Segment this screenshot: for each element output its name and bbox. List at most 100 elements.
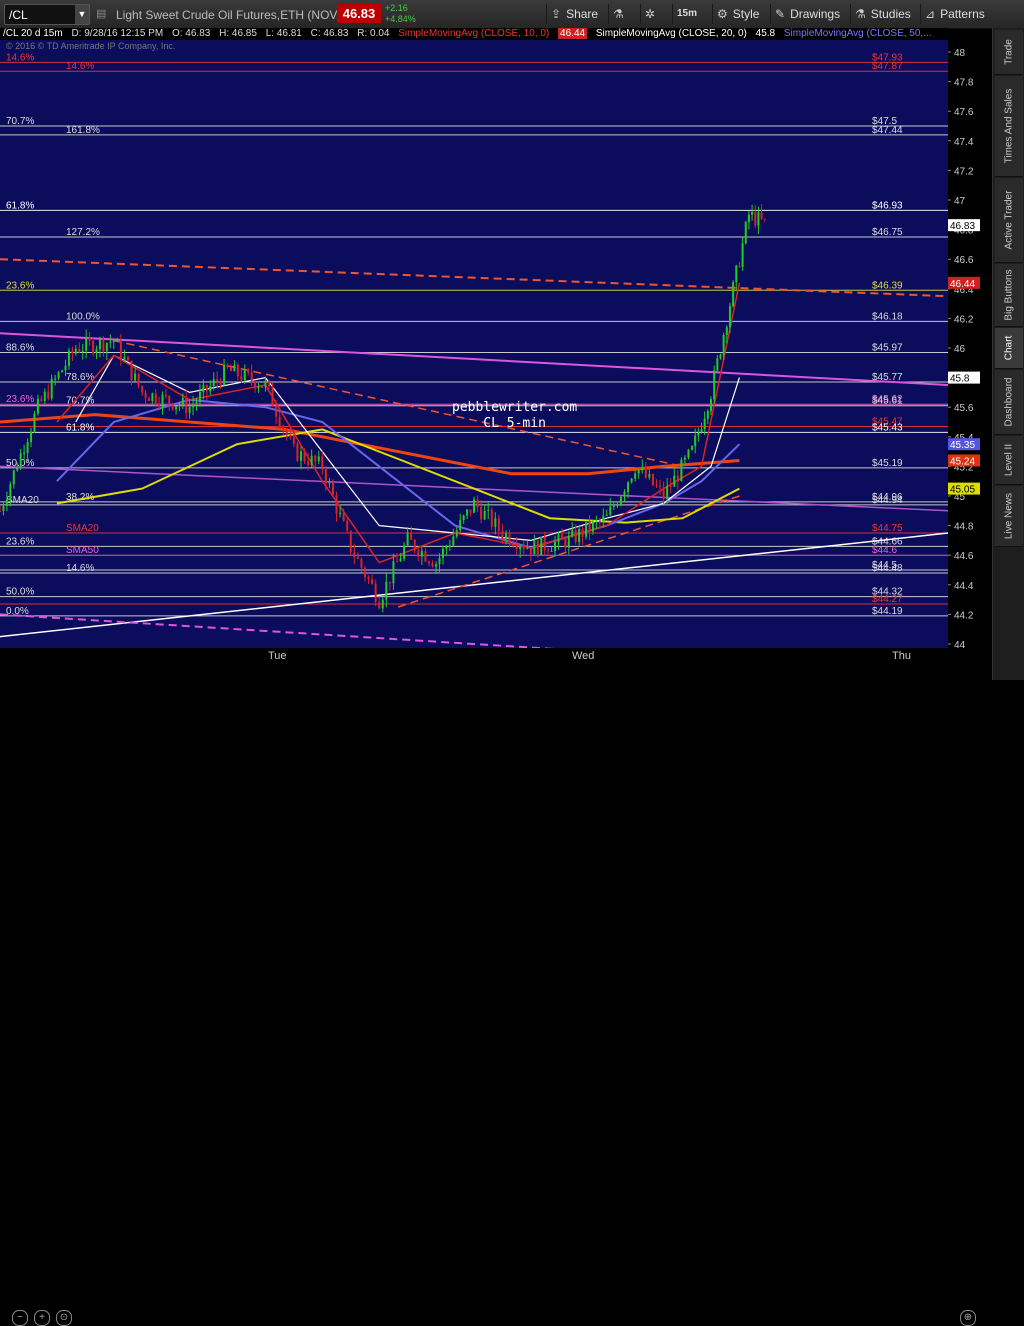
- sma10-value: 46.44: [558, 28, 588, 39]
- zoom-in-icon[interactable]: +: [34, 1310, 50, 1326]
- candle-body: [591, 521, 594, 532]
- candle-body: [747, 214, 750, 223]
- symbol-selector[interactable]: /CL ▼: [4, 4, 90, 25]
- sidebar-tab-times-and-sales[interactable]: Times And Sales: [995, 76, 1023, 177]
- candle-body: [275, 406, 278, 417]
- level-left-label: 23.6%: [6, 280, 34, 291]
- candle-body: [282, 426, 285, 430]
- y-tick-label: 44.8: [954, 522, 974, 533]
- candle-body: [431, 563, 434, 567]
- candle-body: [480, 507, 483, 520]
- zoom-reset-icon[interactable]: ⊕: [960, 1310, 976, 1326]
- zoom-out-icon[interactable]: −: [12, 1310, 28, 1326]
- link-icon[interactable]: ▤: [96, 7, 106, 20]
- sidebar-tab-active-trader[interactable]: Active Trader: [995, 178, 1023, 263]
- sidebar-tab-chart[interactable]: Chart: [995, 328, 1023, 369]
- candle-body: [9, 484, 12, 500]
- candle-body: [71, 350, 74, 354]
- candle-body: [310, 455, 313, 466]
- candle-body: [74, 348, 77, 354]
- candle-body: [219, 381, 222, 385]
- timeframe-button[interactable]: 15m: [672, 4, 707, 24]
- candle-body: [732, 282, 735, 307]
- candle-body: [438, 557, 441, 565]
- candle-body: [50, 378, 53, 399]
- candle-body: [554, 541, 557, 551]
- candle-body: [526, 547, 529, 549]
- style-button[interactable]: ⚙ Style: [712, 4, 759, 24]
- settings-button[interactable]: ✲: [640, 4, 667, 24]
- candle-body: [198, 392, 201, 402]
- tab-label: Dashboard: [1003, 377, 1015, 427]
- candle-body: [487, 509, 490, 511]
- drawings-label: Drawings: [790, 7, 841, 21]
- candle-body: [395, 561, 398, 563]
- candle-body: [760, 212, 763, 219]
- studies-button[interactable]: ⚗ Studies: [850, 4, 911, 24]
- style-icon: ⚙: [717, 7, 728, 21]
- candle-body: [299, 451, 302, 461]
- candle-body: [666, 485, 669, 499]
- candle-body: [296, 443, 299, 461]
- price-axis[interactable]: 4847.847.647.447.24746.846.646.446.24645…: [948, 40, 992, 651]
- level-right-label: $44.75: [872, 523, 903, 534]
- candle-body: [137, 373, 140, 387]
- candle-body: [371, 578, 374, 584]
- tab-label: Active Trader: [1003, 190, 1015, 250]
- chart-plot-area[interactable]: 14.6% $47.93 14.6% $47.87 70.7% $47.5 161.8% $4…: [0, 40, 948, 648]
- trendline: [0, 332, 948, 386]
- candle-body: [508, 533, 511, 544]
- share-button[interactable]: ⇪ Share: [546, 4, 598, 24]
- sidebar-tab-trade[interactable]: Trade: [995, 30, 1023, 75]
- y-tick-label: 47.8: [954, 78, 974, 89]
- level-right-label: $44.27: [872, 594, 903, 605]
- y-tick-label: 44.2: [954, 610, 974, 621]
- time-axis[interactable]: Tue Wed Thu − + ⊙ ⊕: [0, 648, 992, 1326]
- candle-body: [158, 403, 161, 407]
- sma10-label: SimpleMovingAvg (CLOSE, 10, 0): [398, 28, 550, 39]
- candle-body: [212, 379, 215, 387]
- info-low: L: 46.81: [265, 28, 302, 39]
- candle-body: [533, 540, 536, 555]
- sidebar-tab-level-ii[interactable]: Level II: [995, 436, 1023, 485]
- chevron-down-icon[interactable]: ▼: [75, 5, 89, 24]
- candle-body: [497, 518, 500, 531]
- level-right-label: $44.94: [872, 495, 903, 506]
- drawings-button[interactable]: ✎ Drawings: [770, 4, 840, 24]
- candle-body: [307, 461, 310, 466]
- sma-yellow-line: [56, 428, 740, 524]
- zoom-fit-icon[interactable]: ⊙: [56, 1310, 72, 1326]
- candle-body: [81, 350, 84, 353]
- patterns-button[interactable]: ⊿ Patterns: [920, 4, 985, 24]
- candle-body: [12, 470, 15, 485]
- candle-body: [247, 369, 250, 373]
- change-percent: +4.84%: [385, 14, 416, 24]
- candle-body: [116, 340, 119, 342]
- level-right-label: $46.93: [872, 200, 903, 211]
- top-toolbar: /CL ▼ ▤ Light Sweet Crude Oil Futures,ET…: [0, 0, 1024, 29]
- y-tick-label: 47.2: [954, 166, 974, 177]
- level-left-label: 50.0%: [6, 587, 34, 598]
- candle-body: [634, 473, 637, 479]
- sidebar-tab-live-news[interactable]: Live News: [995, 486, 1023, 547]
- candle-body: [641, 467, 644, 470]
- symbol-description: Light Sweet Crude Oil Futures,ETH (NOV 1…: [116, 8, 359, 22]
- candle-body: [33, 413, 36, 432]
- sma50-label: SimpleMovingAvg (CLOSE, 50,...: [783, 28, 932, 39]
- candle-body: [616, 505, 619, 507]
- candle-body: [26, 442, 29, 453]
- flask-button[interactable]: ⚗: [608, 4, 635, 24]
- quote-info-bar: /CL 20 d 15m D: 9/28/16 12:15 PM O: 46.8…: [0, 28, 948, 40]
- sidebar-tab-big-buttons[interactable]: Big Buttons: [995, 264, 1023, 327]
- level-right-label: $47.44: [872, 125, 903, 136]
- candle-body: [427, 561, 430, 564]
- copyright-text: © 2016 © TD Ameritrade IP Company, Inc.: [6, 41, 176, 51]
- sidebar-tab-dashboard[interactable]: Dashboard: [995, 370, 1023, 435]
- sma20-value: 45.8: [755, 28, 776, 39]
- candle-body: [105, 342, 108, 352]
- timeframe-label: 15m: [677, 8, 698, 19]
- y-tick-label: 47.4: [954, 137, 974, 148]
- y-tick-label: 47: [954, 196, 966, 207]
- candle-body: [445, 547, 448, 549]
- candle-body: [151, 393, 154, 401]
